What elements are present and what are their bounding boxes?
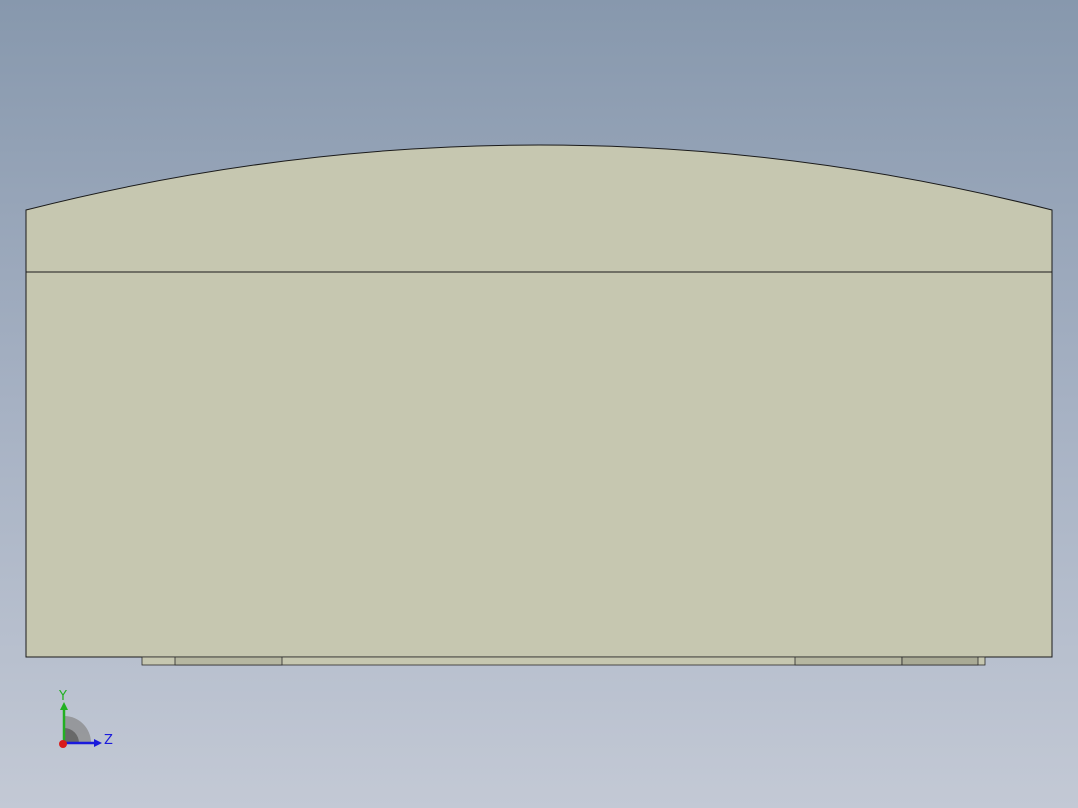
x-axis-dot (59, 740, 67, 748)
z-axis-label: Z (104, 733, 113, 748)
model-front-face (25, 271, 1053, 658)
z-axis-arrow (94, 739, 102, 747)
model-foot-right-outer (901, 656, 979, 666)
model-foot-left (174, 656, 283, 666)
model-view[interactable] (0, 0, 1078, 808)
model-foot-right (794, 656, 903, 666)
orientation-triad: Y Z (58, 689, 113, 748)
graphics-viewport[interactable]: Y Z (0, 0, 1078, 808)
model-top-face (25, 144, 1053, 273)
y-axis-label: Y (58, 689, 67, 704)
